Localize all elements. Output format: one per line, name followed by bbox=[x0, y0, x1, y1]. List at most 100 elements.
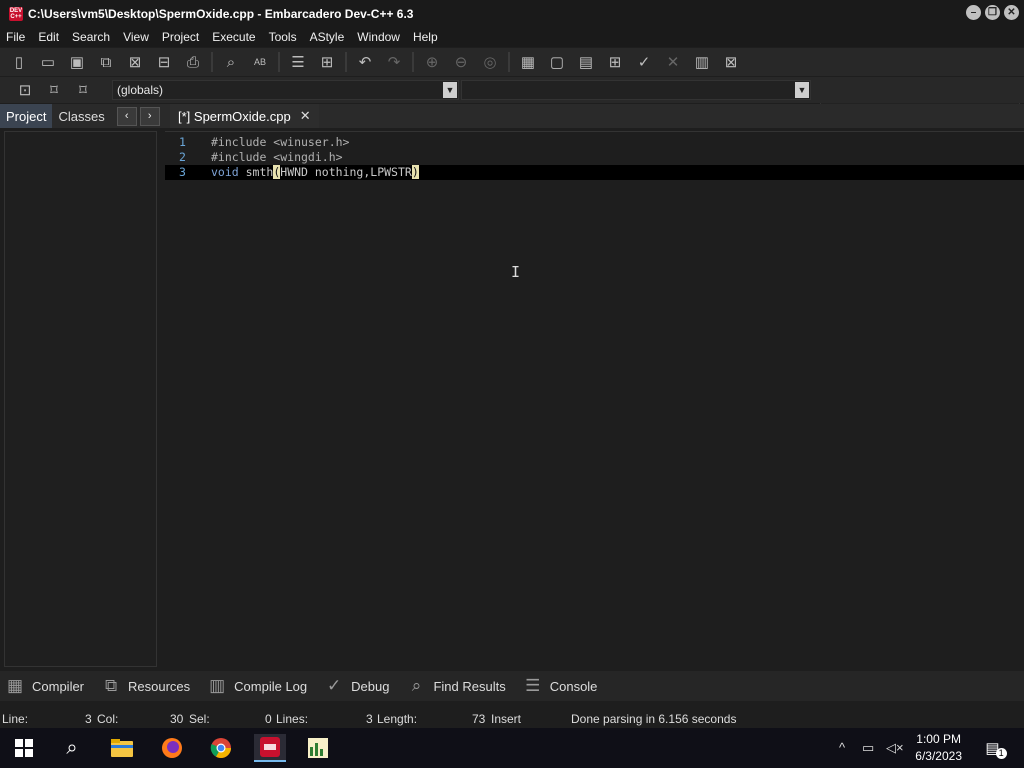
status-col-value: 30 bbox=[170, 712, 184, 726]
chrome-icon[interactable] bbox=[207, 734, 235, 762]
file-tab-label: [*] SpermOxide.cpp bbox=[178, 108, 291, 124]
notifications-icon[interactable]: ▤ 1 bbox=[982, 734, 1010, 762]
status-line-label: Line: bbox=[2, 712, 29, 726]
bookmark-goto-icon[interactable]: ⊞ bbox=[316, 51, 338, 73]
current-code-line: 3 void smth(HWND nothing,LPWSTR) bbox=[165, 165, 1024, 180]
menu-help[interactable]: Help bbox=[413, 30, 438, 44]
tab-console[interactable]: ☰ Console bbox=[518, 673, 598, 699]
status-sel-label: Sel: bbox=[189, 712, 210, 726]
menu-edit[interactable]: Edit bbox=[38, 30, 59, 44]
undo-icon[interactable]: ↶ bbox=[354, 51, 376, 73]
redo-icon[interactable]: ↷ bbox=[383, 51, 405, 73]
open-folder-icon[interactable]: ▭ bbox=[37, 51, 59, 73]
line-number: 1 bbox=[179, 135, 186, 149]
tab-compile-log[interactable]: ▥ Compile Log bbox=[202, 673, 307, 699]
goto-line-icon[interactable]: ☰ bbox=[287, 51, 309, 73]
status-sel-value: 0 bbox=[265, 712, 272, 726]
matched-brace-token: ) bbox=[411, 165, 419, 179]
rebuild-all-icon[interactable]: ⊞ bbox=[604, 51, 626, 73]
taskbar-clock[interactable]: 1:00 PM 6/3/2023 bbox=[915, 731, 962, 765]
chevron-left-icon[interactable]: ‹ bbox=[116, 106, 137, 126]
tab-label: Console bbox=[549, 678, 598, 694]
save-icon[interactable]: ▣ bbox=[66, 51, 88, 73]
project-options-icon[interactable]: ◎ bbox=[479, 51, 501, 73]
parameters-token: HWND nothing,LPWSTR bbox=[280, 165, 412, 179]
restore-button[interactable]: ❐ bbox=[985, 5, 1000, 20]
code-editor[interactable]: 1 #include <winuser.h> 2 #include <wingd… bbox=[165, 131, 1024, 667]
bookmark-list-icon[interactable]: ⌑ bbox=[72, 79, 94, 101]
chevron-down-icon[interactable]: ▼ bbox=[443, 82, 457, 98]
status-length-label: Length: bbox=[377, 712, 418, 726]
line-number: 2 bbox=[179, 150, 186, 164]
member-dropdown[interactable]: ▼ bbox=[461, 80, 811, 100]
replace-icon[interactable]: AB bbox=[249, 51, 271, 73]
tab-label: Resources bbox=[128, 678, 191, 694]
run-icon[interactable]: ▢ bbox=[546, 51, 568, 73]
menu-window[interactable]: Window bbox=[357, 30, 400, 44]
find-icon[interactable]: ⌕ bbox=[220, 51, 242, 73]
clock-date: 6/3/2023 bbox=[915, 749, 962, 763]
scope-dropdown[interactable]: (globals) ▼ bbox=[112, 80, 459, 100]
save-all-icon[interactable]: ⧉ bbox=[95, 51, 117, 73]
chevron-down-icon[interactable]: ▼ bbox=[795, 82, 809, 98]
print-icon[interactable]: ⎙ bbox=[182, 51, 204, 73]
chevron-right-icon[interactable]: › bbox=[139, 106, 160, 126]
menu-file[interactable]: File bbox=[6, 30, 25, 44]
close-all-icon[interactable]: ⊟ bbox=[153, 51, 175, 73]
tab-label: Find Results bbox=[433, 678, 506, 694]
devcpp-taskbar-icon[interactable] bbox=[254, 734, 286, 762]
minimize-button[interactable]: – bbox=[966, 5, 981, 20]
menu-tools[interactable]: Tools bbox=[269, 30, 297, 44]
new-file-icon[interactable]: ▯ bbox=[8, 51, 30, 73]
identifier-token: smth bbox=[238, 165, 274, 179]
toolbar-separator bbox=[412, 52, 414, 72]
tab-find-results[interactable]: ⌕ Find Results bbox=[401, 673, 506, 699]
menu-astyle[interactable]: AStyle bbox=[310, 30, 345, 44]
code-text: void smth(HWND nothing,LPWSTR) bbox=[211, 165, 419, 180]
bottom-panel-tabs: ▦ Compiler ⧉ Resources ▥ Compile Log ✓ Debug… bbox=[0, 671, 1024, 701]
delete-profile-icon[interactable]: ⊠ bbox=[720, 51, 742, 73]
toggle-bookmark-icon[interactable]: ⌑ bbox=[43, 79, 65, 101]
remove-from-project-icon[interactable]: ⊖ bbox=[450, 51, 472, 73]
search-icon[interactable]: ⌕ bbox=[58, 734, 86, 762]
tab-debug[interactable]: ✓ Debug bbox=[319, 673, 389, 699]
class-browser-icon[interactable]: ⊡ bbox=[14, 79, 36, 101]
notification-count: 1 bbox=[995, 747, 1007, 759]
menu-search[interactable]: Search bbox=[72, 30, 110, 44]
status-line-value: 3 bbox=[85, 712, 92, 726]
compile-icon[interactable]: ▦ bbox=[517, 51, 539, 73]
windows-taskbar: ⌕ ^ ▭ ◁× 1:00 PM 6/3/2023 ▤ 1 bbox=[0, 728, 1024, 768]
main-toolbar: ▯ ▭ ▣ ⧉ ⊠ ⊟ ⎙ ⌕ AB ☰ ⊞ ↶ ↷ ⊕ ⊖ ◎ ▦ ▢ ▤ ⊞… bbox=[0, 48, 1024, 120]
project-tree[interactable] bbox=[4, 131, 157, 667]
tab-spermoxide-cpp[interactable]: [*] SpermOxide.cpp ✕ bbox=[170, 104, 319, 128]
menu-project[interactable]: Project bbox=[162, 30, 199, 44]
syntax-check-icon[interactable]: ✓ bbox=[633, 51, 655, 73]
tab-project[interactable]: Project bbox=[0, 104, 53, 128]
status-message: Done parsing in 6.156 seconds bbox=[571, 712, 737, 726]
close-file-icon[interactable]: ⊠ bbox=[124, 51, 146, 73]
left-panel-tabs: Project Classes ‹ › bbox=[0, 104, 165, 128]
close-button[interactable]: ✕ bbox=[1004, 5, 1019, 20]
add-to-project-icon[interactable]: ⊕ bbox=[421, 51, 443, 73]
menu-bar: File Edit Search View Project Execute To… bbox=[0, 27, 1024, 47]
app-taskbar-icon[interactable] bbox=[304, 734, 332, 762]
menu-execute[interactable]: Execute bbox=[212, 30, 255, 44]
toolbar-separator bbox=[345, 52, 347, 72]
code-line: 2 #include <wingdi.h> bbox=[165, 150, 1024, 165]
file-explorer-icon[interactable] bbox=[108, 734, 136, 762]
chevron-up-icon[interactable]: ^ bbox=[839, 740, 845, 755]
windows-start-icon[interactable] bbox=[10, 734, 38, 762]
volume-muted-icon[interactable]: ◁× bbox=[886, 740, 904, 756]
close-icon[interactable]: ✕ bbox=[300, 108, 311, 124]
menu-view[interactable]: View bbox=[123, 30, 149, 44]
network-icon[interactable]: ▭ bbox=[862, 740, 874, 756]
stop-execution-icon[interactable]: ✕ bbox=[662, 51, 684, 73]
tab-resources[interactable]: ⧉ Resources bbox=[96, 673, 190, 699]
tab-compiler[interactable]: ▦ Compiler bbox=[0, 673, 84, 699]
tab-classes[interactable]: Classes bbox=[52, 104, 110, 128]
code-text: #include <winuser.h> bbox=[211, 135, 350, 149]
firefox-icon[interactable] bbox=[158, 734, 186, 762]
profile-icon[interactable]: ▥ bbox=[691, 51, 713, 73]
status-length-value: 73 bbox=[472, 712, 486, 726]
compile-run-icon[interactable]: ▤ bbox=[575, 51, 597, 73]
